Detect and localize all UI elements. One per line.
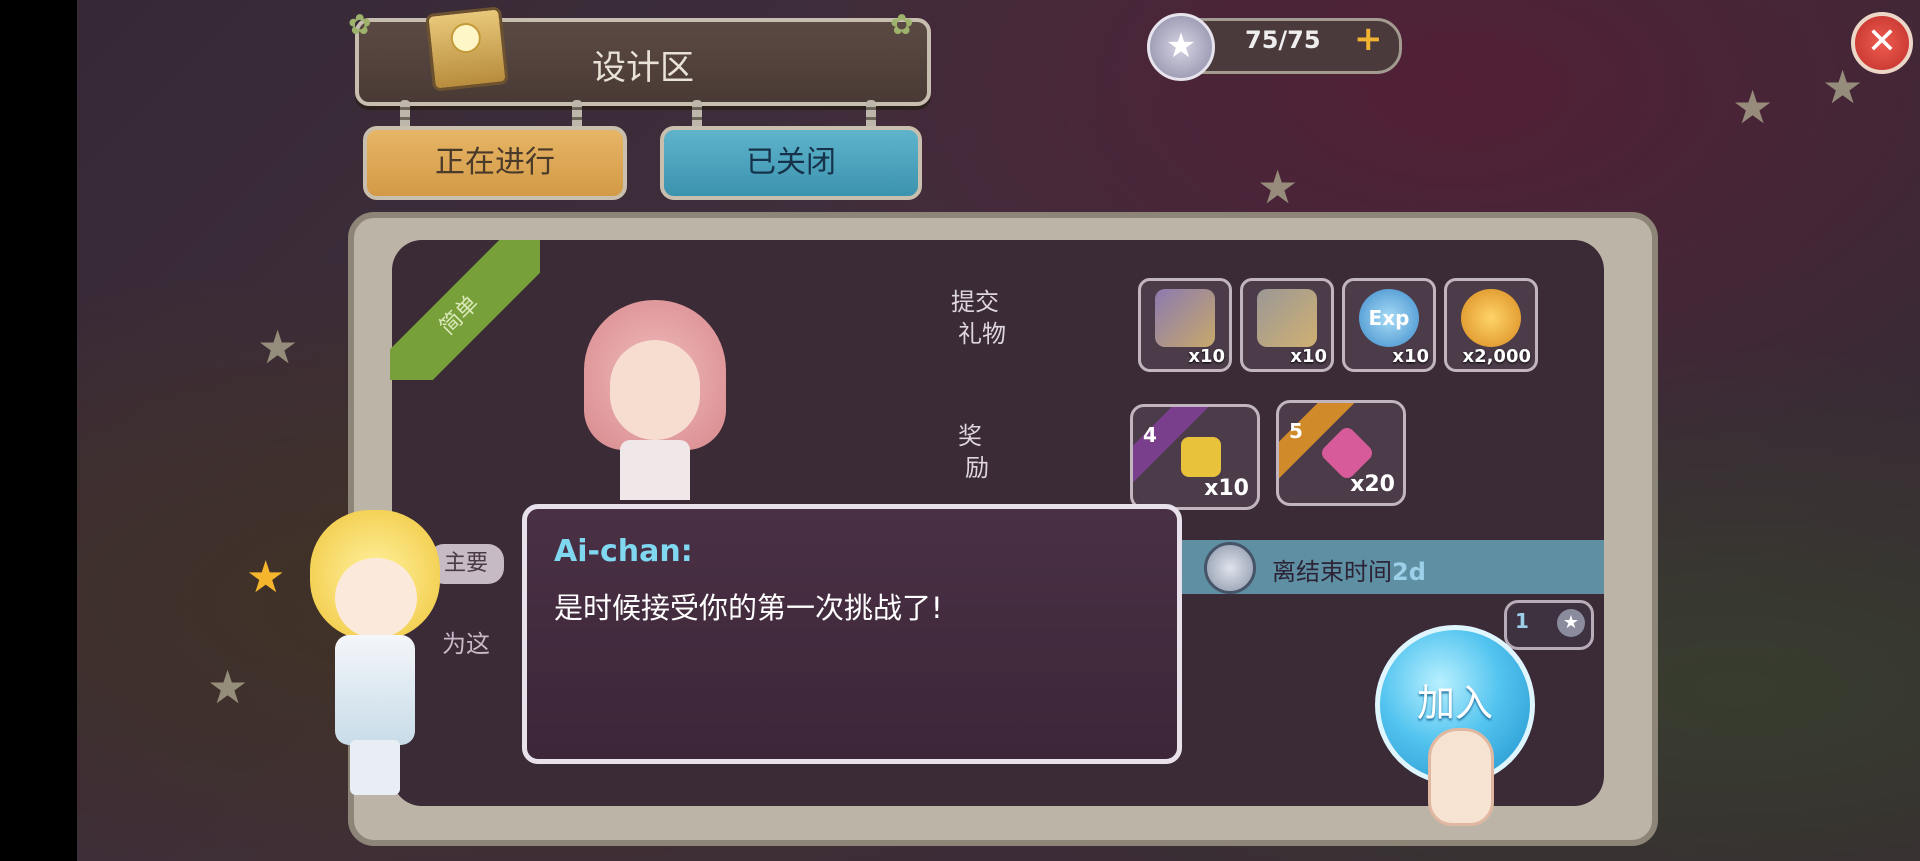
gift-item-exp[interactable]: Exp x10 bbox=[1342, 278, 1436, 372]
client-avatar bbox=[580, 300, 730, 500]
close-button[interactable]: ✕ bbox=[1851, 12, 1913, 74]
rewards-label: 奖 励 bbox=[958, 422, 989, 482]
star-icon: ★ bbox=[246, 552, 286, 603]
submit-gifts-label: 提交 礼物 bbox=[951, 288, 1006, 348]
star-icon: ★ bbox=[1557, 609, 1585, 637]
mystery-bag-icon bbox=[1257, 289, 1317, 347]
energy-value: 75/75 bbox=[1245, 26, 1321, 54]
time-remaining: 离结束时间2d bbox=[1272, 558, 1426, 586]
dialog-speaker: Ai-chan: bbox=[554, 534, 693, 569]
exp-icon: Exp bbox=[1359, 289, 1419, 347]
gift-item-coin[interactable]: x2,000 bbox=[1444, 278, 1538, 372]
ai-chan-mascot bbox=[290, 510, 460, 800]
dialog-text: 是时候接受你的第一次挑战了! bbox=[554, 591, 943, 625]
gift-item-mystery-bag[interactable]: x10 bbox=[1240, 278, 1334, 372]
page-title: 设计区 bbox=[592, 48, 694, 88]
flower-decoration-icon: ✿ bbox=[890, 8, 914, 41]
star-icon: ★ bbox=[1147, 13, 1215, 81]
difficulty-label: 简单 bbox=[390, 240, 540, 380]
add-energy-button[interactable]: + bbox=[1354, 22, 1383, 56]
pointing-hand-icon bbox=[1428, 728, 1494, 826]
reward-item-ticket[interactable]: 4 x10 bbox=[1130, 404, 1260, 510]
mystery-clothes-icon bbox=[1155, 289, 1215, 347]
tab-closed[interactable]: 已关闭 bbox=[660, 126, 922, 200]
clock-icon bbox=[1204, 542, 1256, 594]
title-plaque: 设计区 bbox=[355, 6, 931, 106]
difficulty-ribbon: 简单 bbox=[390, 240, 540, 380]
flower-decoration-icon: ✿ bbox=[348, 8, 372, 41]
coin-icon bbox=[1461, 289, 1521, 347]
reward-item-gem[interactable]: 5 x20 bbox=[1276, 400, 1406, 506]
ticket-icon bbox=[1181, 437, 1221, 477]
tab-ongoing[interactable]: 正在进行 bbox=[363, 126, 627, 200]
entries-chip: 1 ★ bbox=[1504, 600, 1594, 650]
gift-item-mystery-clothes[interactable]: x10 bbox=[1138, 278, 1232, 372]
